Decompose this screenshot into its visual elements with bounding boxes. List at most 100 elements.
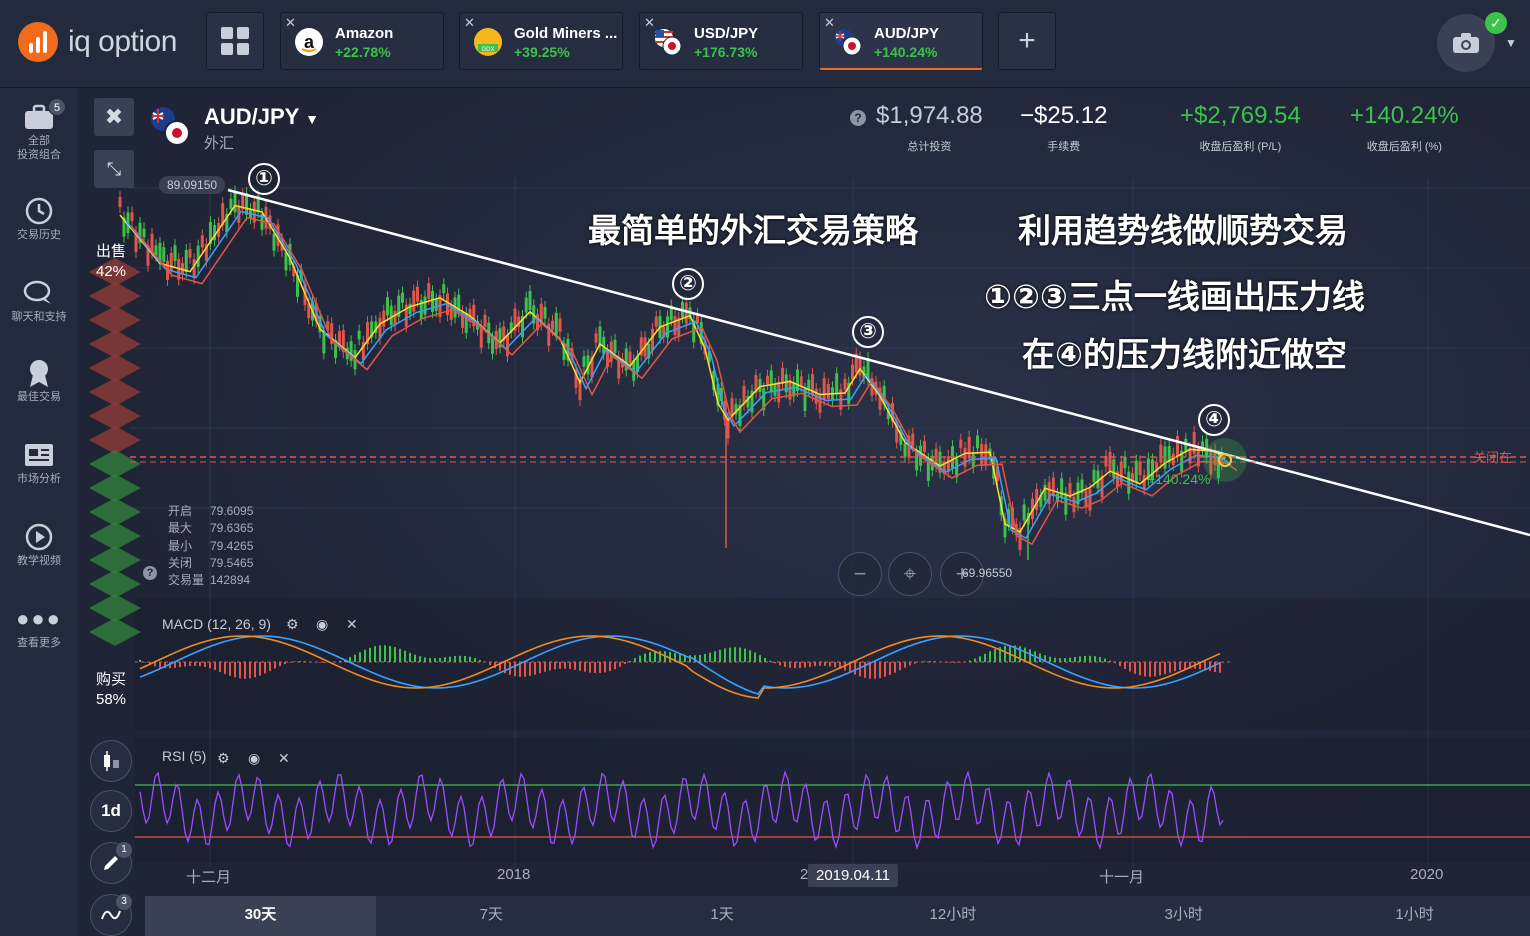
sidebar-item-label: 查看更多 [17,637,61,649]
crosshair-button[interactable]: ⌖ [888,552,932,596]
sentiment-chevron [89,594,141,622]
candle [1092,469,1096,482]
gear-icon[interactable]: ⚙ [217,750,230,767]
candle [773,383,777,396]
close-icon[interactable]: ✕ [346,616,358,633]
candle [162,247,166,262]
asset-tab-gold-miners[interactable]: ✕ GDX Gold Miners ... +39.25% [459,12,623,70]
logo-text: iq option [68,25,177,58]
zoom-out-button[interactable]: − [838,552,882,596]
candle [389,305,393,325]
collapse-icon[interactable]: ⤡ [94,150,134,188]
headline-2: 利用趋势线做顺势交易 [1018,212,1348,249]
candle [524,297,528,313]
timeframe-12h[interactable]: 12小时 [837,896,1068,936]
timeframe-7d[interactable]: 7天 [376,896,607,936]
sentiment-chevron [89,426,141,454]
time-tick: 2020 [1410,866,1444,883]
sentiment-chevron [89,522,141,550]
candle [401,292,404,303]
eye-icon[interactable]: ◉ [316,616,328,633]
sidebar-item-videos[interactable]: 教学视频 [0,520,78,568]
candle [946,456,950,472]
asset-title: AUD/JPY [204,104,299,129]
asset-selector[interactable]: AUD/JPY ▼ [204,104,319,130]
eye-icon[interactable]: ◉ [248,750,260,767]
gdx-icon: GDX [474,28,502,56]
asset-tab-amazon[interactable]: ✕ a Amazon +22.78% [280,12,444,70]
candle [188,249,192,258]
candle [822,378,826,400]
stat-fee: −$25.12 手续费 [1020,102,1107,154]
candle [169,252,173,272]
top-bar: iq option ✕ a Amazon +22.78% ✕ GDX Gold … [0,0,1530,88]
time-tick: 十二月 [186,869,232,886]
sidebar-item-market-analysis[interactable]: 市场分析 [0,438,78,486]
sidebar-item-top-trades[interactable]: 最佳交易 [0,356,78,404]
add-tab-button[interactable]: + [998,12,1056,70]
timeframe-1h[interactable]: 1小时 [1299,896,1530,936]
sidebar-item-portfolio[interactable]: 5 全部 投资组合 [0,98,78,162]
close-icon[interactable]: ✕ [278,750,290,767]
time-tick: 十一月 [1099,869,1145,886]
candle [628,351,632,364]
current-date-tag: 2019.04.11 [808,864,898,887]
gear-icon[interactable]: ⚙ [286,616,299,633]
sidebar-item-more[interactable]: ●●● 查看更多 [0,602,78,650]
help-icon[interactable]: ? [850,110,866,126]
candle [412,290,416,312]
ohlc-volume: 交易量 142894 [168,573,251,587]
candle [382,310,386,327]
help-icon[interactable]: ? [143,566,157,580]
marker-2: ② [672,268,704,300]
candle [666,316,669,338]
stat-label: 手续费 [1047,141,1081,153]
candle [788,380,792,400]
candle [984,444,988,465]
candle [528,291,532,311]
play-icon [25,523,53,551]
period-button[interactable]: 1d [90,790,132,832]
candle [1051,477,1055,497]
sidebar-item-history[interactable]: 交易历史 [0,194,78,242]
stat-label: 总计投资 [907,141,952,153]
candle [922,440,926,452]
timeframe-3h[interactable]: 3小时 [1068,896,1299,936]
asset-tab-audjpy[interactable]: ✕ AUD/JPY +140.24% [819,12,983,70]
candle [416,286,419,302]
candle [1088,488,1092,511]
sentiment-chevron [89,450,141,478]
portfolio-badge: 5 [48,98,66,116]
sidebar-item-chat[interactable]: 聊天和支持 [0,276,78,324]
chat-icon [23,280,51,304]
candle [142,228,146,238]
tab-name: Amazon [335,25,394,42]
close-chart-button[interactable]: ✖ [94,98,134,136]
timeframe-1d[interactable]: 1天 [607,896,838,936]
ohlc-high: 最大 79.6365 [168,521,254,535]
candle [229,198,233,210]
candle [386,297,389,316]
logo[interactable]: iq option [18,22,177,62]
headline-3: ①②③三点一线画出压力线 [984,278,1365,315]
apps-grid-button[interactable] [206,12,264,70]
candle [766,375,769,385]
sentiment-chevron [89,618,141,646]
sidebar-item-label: 聊天和支持 [11,311,67,323]
buy-pct: 58% [96,691,127,708]
candle [799,376,803,387]
stat-value: +$2,769.54 [1180,102,1301,129]
chevron-down-icon[interactable]: ▼ [1505,36,1517,50]
asset-tab-usdjpy[interactable]: ✕ USD/JPY +176.73% [639,12,803,70]
marker-4: ④ [1198,404,1230,436]
sidebar-item-label: 教学视频 [17,555,61,567]
candle [173,245,177,262]
sentiment-chevron [89,378,141,406]
candle [1022,504,1026,521]
sentiment-chevron [89,498,141,526]
award-icon [30,360,48,387]
chart-type-button[interactable] [90,740,132,782]
candle [858,357,862,376]
candle [423,296,427,315]
timeframe-30d[interactable]: 30天 [145,896,376,936]
